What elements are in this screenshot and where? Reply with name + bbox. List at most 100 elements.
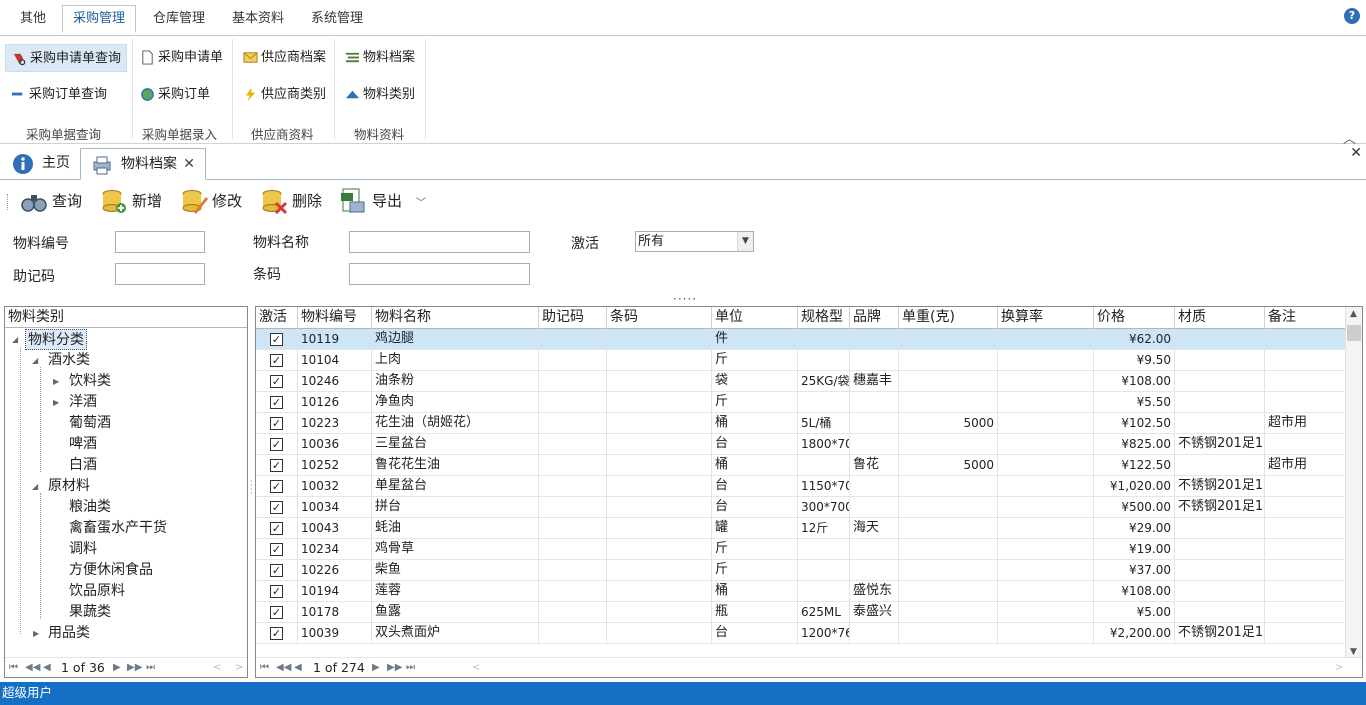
tree-node-grain-oil[interactable]: 粮油类 (69, 497, 111, 518)
next-fast-icon[interactable]: ▶▶ (127, 658, 142, 677)
barcode-input[interactable] (349, 263, 530, 285)
table-row[interactable]: ✓ 10126 净鱼肉 斤 ¥5.50 (256, 392, 1346, 413)
column-header-weight[interactable]: 单重(克) (899, 307, 998, 329)
next-fast-icon[interactable]: ▶▶ (387, 658, 402, 677)
cell-active[interactable]: ✓ (256, 518, 298, 539)
export-button[interactable]: 导出 (340, 186, 402, 216)
active-checkbox[interactable]: ✓ (270, 417, 283, 430)
column-header-name[interactable]: 物料名称 (372, 307, 539, 329)
table-row[interactable]: ✓ 10036 三星盆台 台 1800*70 ¥825.00 不锈钢201足1 (256, 434, 1346, 455)
table-row[interactable]: ✓ 10043 蚝油 罐 12斤 海天 ¥29.00 (256, 518, 1346, 539)
table-row[interactable]: ✓ 10032 单星盆台 台 1150*70 ¥1,020.00 不锈钢201足1 (256, 476, 1346, 497)
expand-arrow-icon[interactable]: ▶ (53, 377, 59, 386)
table-row[interactable]: ✓ 10034 拼台 台 300*700 ¥500.00 不锈钢201足1 (256, 497, 1346, 518)
scroll-right-icon[interactable]: > (1335, 658, 1343, 677)
purchase-order-query-button[interactable]: 采购订单查询 (5, 81, 107, 109)
last-page-icon[interactable]: ⏭ (406, 658, 415, 677)
last-page-icon[interactable]: ⏭ (146, 658, 155, 677)
table-row[interactable]: ✓ 10223 花生油（胡姬花） 桶 5L/桶 5000 ¥102.50 超市用 (256, 413, 1346, 434)
purchase-request-query-button[interactable]: 采购申请单查询 (5, 44, 127, 72)
active-checkbox[interactable]: ✓ (270, 396, 283, 409)
scroll-right-icon[interactable]: > (235, 658, 243, 677)
cell-active[interactable]: ✓ (256, 476, 298, 497)
ribbon-tab-system[interactable]: 系统管理 (301, 6, 373, 34)
tree-node-drinks[interactable]: 酒水类 (48, 350, 90, 371)
help-icon[interactable]: ? (1344, 8, 1360, 24)
active-checkbox[interactable]: ✓ (270, 543, 283, 556)
column-header-code[interactable]: 物料编号 (298, 307, 372, 329)
export-dropdown-chevron-icon[interactable]: ﹀ (416, 194, 426, 209)
vertical-splitter-handle[interactable]: · · · · (250, 478, 253, 498)
next-page-icon[interactable]: ▶ (113, 658, 121, 677)
cell-active[interactable]: ✓ (256, 602, 298, 623)
active-checkbox[interactable]: ✓ (270, 480, 283, 493)
scroll-thumb[interactable] (1347, 325, 1361, 341)
chevron-down-icon[interactable]: ▼ (737, 232, 753, 251)
table-row[interactable]: ✓ 10178 鱼露 瓶 625ML 泰盛兴 ¥5.00 (256, 602, 1346, 623)
close-icon[interactable]: ✕ (183, 149, 195, 179)
table-row[interactable]: ✓ 10234 鸡骨草 斤 ¥19.00 (256, 539, 1346, 560)
table-row[interactable]: ✓ 10194 莲蓉 桶 盛悦东 ¥108.00 (256, 581, 1346, 602)
active-checkbox[interactable]: ✓ (270, 627, 283, 640)
active-select[interactable]: 所有 ▼ (635, 231, 754, 252)
active-checkbox[interactable]: ✓ (270, 333, 283, 346)
supplier-category-button[interactable]: 供应商类别 (237, 81, 326, 109)
column-header-mnemonic[interactable]: 助记码 (539, 307, 607, 329)
table-row[interactable]: ✓ 10104 上肉 斤 ¥9.50 (256, 350, 1346, 371)
tab-material-file[interactable]: 物料档案 ✕ (80, 148, 206, 180)
cell-active[interactable]: ✓ (256, 392, 298, 413)
column-header-active[interactable]: 激活 (256, 307, 298, 329)
supplier-file-button[interactable]: 供应商档案 (237, 44, 326, 72)
first-page-icon[interactable]: ⏮ (260, 658, 269, 677)
prev-page-icon[interactable]: ◀ (294, 658, 302, 677)
ribbon-tab-purchase[interactable]: 采购管理 (62, 5, 137, 33)
scroll-left-icon[interactable]: < (472, 658, 480, 677)
tree-node-meat-seafood[interactable]: 禽畜蛋水产干货 (69, 518, 167, 539)
material-category-button[interactable]: 物料类别 (339, 81, 415, 109)
tree-node-baijiu[interactable]: 白酒 (69, 455, 97, 476)
material-name-input[interactable] (349, 231, 530, 253)
column-header-note[interactable]: 备注 (1265, 307, 1346, 329)
prev-page-icon[interactable]: ◀ (43, 658, 51, 677)
active-checkbox[interactable]: ✓ (270, 606, 283, 619)
cell-active[interactable]: ✓ (256, 497, 298, 518)
tree-root-node[interactable]: 物料分类 (25, 329, 87, 350)
tree-node-liquor[interactable]: 洋酒 (69, 392, 97, 413)
add-button[interactable]: 新增 (100, 186, 162, 216)
column-header-material[interactable]: 材质 (1175, 307, 1265, 329)
cell-active[interactable]: ✓ (256, 350, 298, 371)
active-checkbox[interactable]: ✓ (270, 375, 283, 388)
column-header-brand[interactable]: 品牌 (850, 307, 899, 329)
tree-node-wine[interactable]: 葡萄酒 (69, 413, 111, 434)
horizontal-splitter-handle[interactable]: ····· (673, 292, 697, 306)
tree-node-supplies[interactable]: 用品类 (48, 623, 90, 644)
column-header-barcode[interactable]: 条码 (607, 307, 712, 329)
prev-fast-icon[interactable]: ◀◀ (276, 658, 291, 677)
tree-node-raw-materials[interactable]: 原材料 (48, 476, 90, 497)
scroll-down-icon[interactable]: ▼ (1350, 647, 1357, 657)
collapse-arrow-icon[interactable]: ◢ (12, 335, 18, 344)
tab-home[interactable]: 主页 (2, 148, 80, 180)
active-checkbox[interactable]: ✓ (270, 522, 283, 535)
cell-active[interactable]: ✓ (256, 329, 298, 350)
purchase-request-button[interactable]: 采购申请单 (134, 44, 223, 72)
scroll-up-icon[interactable]: ▲ (1350, 309, 1357, 319)
table-row[interactable]: ✓ 10246 油条粉 袋 25KG/袋 穗嘉丰 ¥108.00 (256, 371, 1346, 392)
ribbon-tab-basic-data[interactable]: 基本资料 (222, 6, 294, 34)
prev-fast-icon[interactable]: ◀◀ (25, 658, 40, 677)
column-header-price[interactable]: 价格 (1094, 307, 1175, 329)
tree-node-drink-materials[interactable]: 饮品原料 (69, 581, 125, 602)
collapse-arrow-icon[interactable]: ◢ (32, 482, 38, 491)
tree-node-beer[interactable]: 啤酒 (69, 434, 97, 455)
column-header-conversion[interactable]: 换算率 (998, 307, 1094, 329)
expand-arrow-icon[interactable]: ▶ (33, 629, 39, 638)
edit-button[interactable]: 修改 (180, 186, 242, 216)
scroll-left-icon[interactable]: < (213, 658, 221, 677)
table-row[interactable]: ✓ 10119 鸡边腿 件 ¥62.00 (256, 329, 1346, 350)
expand-arrow-icon[interactable]: ▶ (53, 398, 59, 407)
ribbon-tab-other[interactable]: 其他 (10, 6, 56, 34)
active-checkbox[interactable]: ✓ (270, 585, 283, 598)
next-page-icon[interactable]: ▶ (372, 658, 380, 677)
material-file-button[interactable]: 物料档案 (339, 44, 415, 72)
mnemonic-input[interactable] (115, 263, 205, 285)
